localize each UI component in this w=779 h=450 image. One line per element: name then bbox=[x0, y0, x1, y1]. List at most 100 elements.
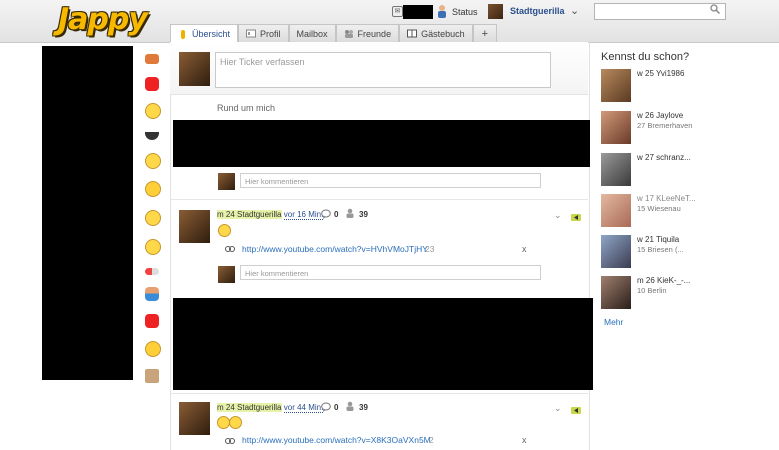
tab-mailbox[interactable]: Mailbox bbox=[288, 24, 336, 42]
close-icon[interactable]: x bbox=[522, 244, 527, 254]
bowl-icon[interactable] bbox=[145, 132, 159, 141]
link-icon bbox=[225, 246, 235, 252]
id-card-icon bbox=[246, 29, 257, 38]
avatar[interactable] bbox=[601, 276, 631, 309]
suggestion-name[interactable]: w 26 Jaylove bbox=[637, 111, 683, 120]
avatar[interactable] bbox=[601, 153, 631, 186]
suggestion-city: 10 Berlin bbox=[637, 286, 667, 295]
ticker-placeholder: Hier Ticker verfassen bbox=[220, 57, 305, 67]
chevron-down-icon[interactable]: ⌄ bbox=[554, 210, 562, 221]
redacted-block bbox=[173, 298, 593, 390]
divider bbox=[170, 393, 588, 394]
suggestion-name[interactable]: w 27 schranz... bbox=[637, 153, 691, 162]
comment-icon[interactable] bbox=[321, 209, 331, 219]
redacted-block bbox=[173, 120, 590, 167]
like-person-icon[interactable] bbox=[345, 208, 355, 218]
people-icon bbox=[344, 30, 353, 38]
avatar[interactable] bbox=[179, 402, 210, 435]
heart-icon[interactable] bbox=[145, 76, 159, 91]
top-username[interactable]: Stadtguerilla bbox=[510, 6, 565, 16]
user-avatar[interactable] bbox=[488, 4, 503, 19]
post-meta: m 24 Stadtguerilla vor 44 Min. bbox=[217, 403, 324, 413]
notification-icon[interactable]: ✉ bbox=[392, 6, 403, 17]
suggestion-name[interactable]: w 25 Yvi1986 bbox=[637, 69, 684, 78]
comment-icon[interactable] bbox=[321, 402, 331, 412]
comment-count: 0 bbox=[334, 210, 339, 219]
status-label[interactable]: Status bbox=[452, 7, 478, 17]
pill-icon[interactable] bbox=[145, 267, 159, 275]
post-author[interactable]: m 24 Stadtguerilla bbox=[217, 210, 282, 219]
link-icon bbox=[225, 438, 235, 444]
share-icon[interactable] bbox=[571, 213, 581, 222]
suggestions-title: Kennst du schon? bbox=[601, 51, 690, 63]
post-meta: m 24 Stadtguerilla vor 16 Min. bbox=[217, 210, 324, 220]
suggestion-city: 27 Bremerhaven bbox=[637, 121, 693, 130]
tab-add[interactable]: + bbox=[472, 24, 498, 42]
status-person-icon[interactable] bbox=[436, 4, 448, 18]
suggestion-name[interactable]: w 17 KLeeNeT... bbox=[637, 194, 696, 203]
tab-label: Übersicht bbox=[192, 29, 231, 39]
close-icon[interactable]: x bbox=[522, 435, 527, 445]
redacted-block bbox=[403, 5, 433, 19]
avatar[interactable] bbox=[601, 111, 631, 144]
avatar[interactable] bbox=[179, 210, 210, 243]
suggestion-city: 15 Wiesenau bbox=[637, 204, 681, 213]
chevron-down-icon[interactable]: ⌄ bbox=[554, 403, 562, 414]
post-time[interactable]: vor 16 Min. bbox=[283, 210, 324, 220]
link-count: 23 bbox=[425, 244, 435, 254]
link-count: 2 bbox=[429, 435, 434, 445]
more-link[interactable]: Mehr bbox=[604, 317, 623, 327]
like-person-icon[interactable] bbox=[345, 401, 355, 411]
avatar bbox=[218, 266, 235, 283]
tab-gaestebuch[interactable]: Gästebuch bbox=[399, 24, 473, 42]
share-icon[interactable] bbox=[571, 406, 581, 415]
youtube-link[interactable]: http://www.youtube.com/watch?v=HVhVMoJTj… bbox=[242, 244, 428, 254]
avatar[interactable] bbox=[179, 52, 210, 86]
car-icon[interactable] bbox=[145, 54, 159, 64]
smiley-icon[interactable] bbox=[145, 340, 161, 357]
main-tabs: Übersicht Profil Mailbox Freunde Gästebu… bbox=[170, 24, 498, 43]
smiley-icon[interactable] bbox=[145, 210, 161, 227]
comment-input[interactable]: Hier kommentieren bbox=[240, 173, 541, 188]
tab-label: Gästebuch bbox=[421, 28, 465, 39]
smiley-icon[interactable] bbox=[145, 103, 161, 120]
post-time[interactable]: vor 44 Min. bbox=[283, 403, 324, 413]
person-icon[interactable] bbox=[145, 287, 159, 302]
avatar[interactable] bbox=[601, 69, 631, 102]
house-icon[interactable] bbox=[145, 369, 159, 384]
suggestion-city: 15 Briesen (... bbox=[637, 245, 684, 254]
avatar[interactable] bbox=[601, 235, 631, 268]
comment-input[interactable]: Hier kommentieren bbox=[240, 265, 541, 280]
suggestion-name[interactable]: m 26 KieK-_-... bbox=[637, 276, 690, 285]
tab-label: Mailbox bbox=[296, 28, 328, 39]
smiley-icon bbox=[229, 416, 242, 429]
logo-text: Jappy bbox=[58, 2, 148, 37]
plus-icon: + bbox=[481, 27, 489, 40]
suggestion-name[interactable]: w 21 Tiquila bbox=[637, 235, 679, 244]
user-icon bbox=[181, 29, 185, 39]
youtube-link[interactable]: http://www.youtube.com/watch?v=X8K3OaVXn… bbox=[242, 435, 431, 445]
chevron-down-icon[interactable]: ⌄ bbox=[570, 4, 579, 17]
search-input[interactable] bbox=[594, 3, 726, 20]
like-count: 39 bbox=[359, 403, 368, 412]
book-icon bbox=[407, 29, 418, 38]
heart-icon[interactable] bbox=[145, 313, 159, 328]
tab-label: Profil bbox=[260, 28, 281, 39]
redacted-block bbox=[42, 46, 133, 380]
left-icon-list bbox=[145, 52, 163, 396]
post-author[interactable]: m 24 Stadtguerilla bbox=[217, 403, 282, 412]
tab-freunde[interactable]: Freunde bbox=[335, 24, 400, 42]
tab-profil[interactable]: Profil bbox=[238, 24, 289, 42]
avatar bbox=[218, 173, 235, 190]
smiley-icon[interactable] bbox=[145, 152, 161, 169]
smiley-icon[interactable] bbox=[145, 181, 161, 198]
like-count: 39 bbox=[359, 210, 368, 219]
avatar[interactable] bbox=[601, 194, 631, 227]
smiley-icon[interactable] bbox=[145, 238, 161, 255]
tab-uebersicht[interactable]: Übersicht bbox=[170, 24, 239, 43]
divider bbox=[170, 199, 588, 200]
comment-count: 0 bbox=[334, 403, 339, 412]
tab-label: Freunde bbox=[357, 28, 392, 39]
search-icon[interactable] bbox=[710, 4, 720, 14]
jappy-logo[interactable]: Jappy bbox=[58, 2, 160, 38]
